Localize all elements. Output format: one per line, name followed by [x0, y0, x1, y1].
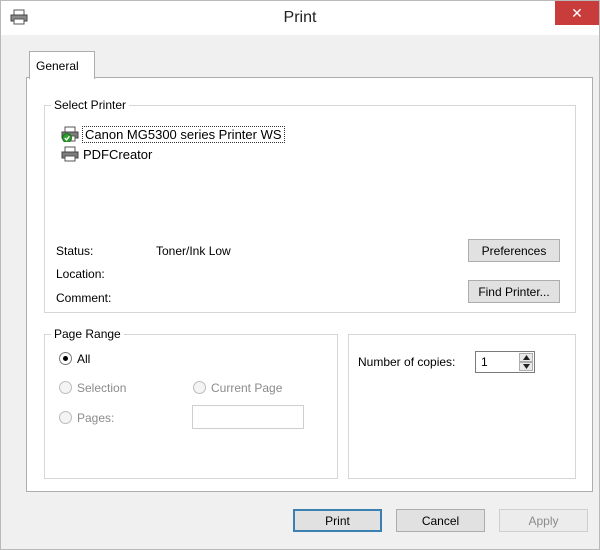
- print-dialog: Print ✕ General Select Printer Canon MG5…: [0, 0, 600, 550]
- radio-current-page[interactable]: [193, 381, 206, 394]
- preferences-button[interactable]: Preferences: [468, 239, 560, 262]
- spin-down-button[interactable]: [519, 362, 533, 371]
- arrow-down-icon: [523, 364, 530, 369]
- copies-label: Number of copies:: [358, 355, 456, 369]
- printer-item-pdfcreator[interactable]: PDFCreator: [61, 146, 152, 162]
- close-button[interactable]: ✕: [555, 1, 599, 25]
- arrow-up-icon: [523, 355, 530, 360]
- copies-stepper[interactable]: 1: [475, 351, 535, 373]
- radio-current-page-label: Current Page: [211, 381, 283, 395]
- radio-all[interactable]: [59, 352, 72, 365]
- general-tab-panel: Select Printer Canon MG5300 series Print…: [26, 77, 593, 492]
- find-printer-button[interactable]: Find Printer...: [468, 280, 560, 303]
- apply-button[interactable]: Apply: [499, 509, 588, 532]
- title-bar: Print ✕: [1, 1, 599, 35]
- tab-general-label: General: [36, 59, 79, 73]
- window-title: Print: [283, 9, 317, 26]
- spin-up-button[interactable]: [519, 353, 533, 362]
- printer-name: PDFCreator: [83, 146, 153, 162]
- page-range-legend: Page Range: [51, 327, 124, 341]
- tab-general[interactable]: General: [29, 51, 95, 79]
- cancel-button[interactable]: Cancel: [396, 509, 485, 532]
- printer-name: Canon MG5300 series Printer WS: [82, 125, 285, 143]
- print-button[interactable]: Print: [293, 509, 382, 532]
- close-icon: ✕: [571, 5, 583, 21]
- select-printer-group: Select Printer Canon MG5300 series Print…: [44, 98, 576, 313]
- radio-all-label: All: [77, 352, 91, 366]
- radio-selection[interactable]: [59, 381, 72, 394]
- radio-selection-label: Selection: [77, 381, 127, 395]
- pages-input[interactable]: [192, 405, 304, 429]
- status-value: Toner/Ink Low: [156, 244, 231, 258]
- comment-label: Comment:: [56, 291, 112, 305]
- status-label: Status:: [56, 244, 94, 258]
- printer-default-icon: [61, 126, 81, 143]
- page-range-group: Page Range All Selection Current Page Pa…: [44, 327, 338, 479]
- copies-value: 1: [481, 355, 488, 369]
- radio-pages-label: Pages:: [77, 411, 115, 425]
- printer-item-canon[interactable]: Canon MG5300 series Printer WS: [61, 125, 285, 143]
- location-label: Location:: [56, 267, 105, 281]
- select-printer-legend: Select Printer: [51, 98, 130, 112]
- printer-icon: [61, 146, 81, 162]
- copies-group: Number of copies: 1: [348, 334, 576, 479]
- radio-pages[interactable]: [59, 411, 72, 424]
